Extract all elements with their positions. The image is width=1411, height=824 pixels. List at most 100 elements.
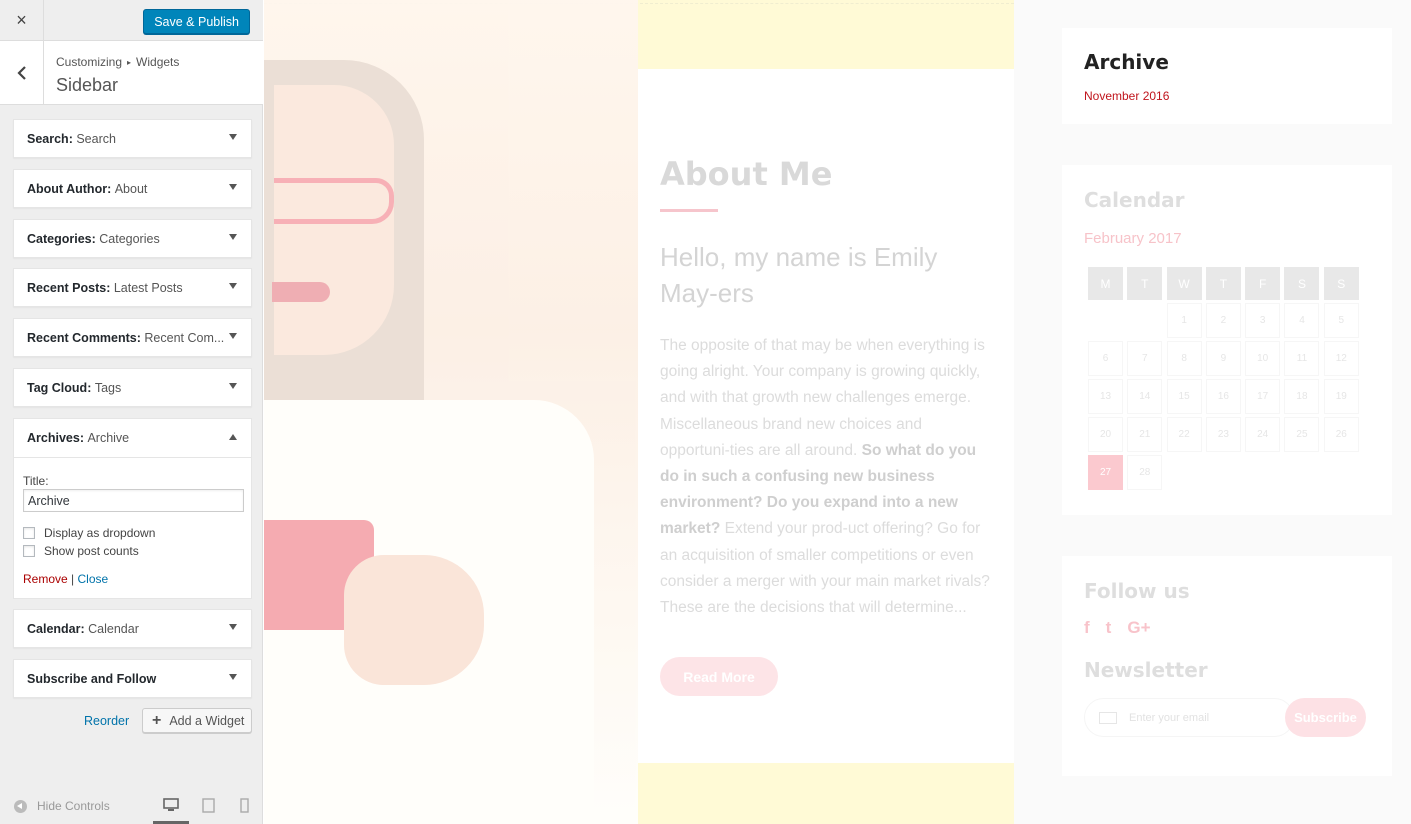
breadcrumb-current: Widgets [136, 55, 180, 69]
desktop-icon [163, 798, 179, 811]
calendar-day-today[interactable]: 27 [1088, 455, 1123, 490]
hide-controls-button[interactable]: Hide Controls [14, 799, 110, 813]
archive-link[interactable]: November 2016 [1084, 89, 1169, 103]
photo-lips [272, 282, 330, 302]
widget-calendar[interactable]: Calendar: Calendar [13, 609, 252, 648]
back-button[interactable] [0, 41, 44, 104]
mobile-preview-button[interactable] [235, 796, 253, 814]
widget-actions: Remove | Close [23, 572, 108, 586]
email-placeholder: Enter your email [1129, 711, 1210, 724]
widget-recent-comments[interactable]: Recent Comments: Recent Com... [13, 318, 252, 358]
calendar-day[interactable]: 15 [1166, 379, 1202, 414]
calendar-day[interactable]: 19 [1323, 379, 1359, 414]
widget-subscribe-and-follow[interactable]: Subscribe and Follow [13, 659, 252, 698]
chevron-up-icon[interactable] [229, 434, 237, 440]
widget-title: About Author: About [27, 181, 148, 196]
facebook-icon[interactable]: f [1084, 618, 1090, 638]
actions-divider: | [71, 572, 75, 586]
hide-controls-label: Hide Controls [37, 799, 110, 813]
widget-search[interactable]: Search: Search [13, 119, 252, 158]
calendar-day[interactable]: 4 [1284, 303, 1320, 338]
calendar-day[interactable]: 12 [1323, 341, 1359, 376]
widget-type: About Author [27, 181, 108, 196]
save-publish-button[interactable]: Save & Publish [143, 9, 250, 34]
calendar-day[interactable]: 14 [1127, 379, 1163, 414]
chevron-down-icon[interactable] [229, 383, 237, 389]
calendar-day[interactable]: 28 [1127, 455, 1163, 490]
calendar-day[interactable]: 21 [1127, 417, 1163, 452]
desktop-preview-button[interactable] [162, 796, 180, 814]
chevron-down-icon[interactable] [229, 283, 237, 290]
twitter-icon[interactable]: t [1106, 618, 1112, 638]
calendar-day[interactable]: 13 [1088, 379, 1123, 414]
google-plus-icon[interactable]: G+ [1127, 618, 1150, 638]
calendar-day[interactable]: 2 [1205, 303, 1241, 338]
photo-glasses [274, 178, 394, 224]
remove-link[interactable]: Remove [23, 572, 68, 586]
widget-title: Categories: Categories [27, 231, 160, 246]
widget-title: Tag Cloud: Tags [27, 381, 122, 395]
chevron-down-icon[interactable] [229, 134, 237, 140]
calendar-day[interactable]: 22 [1166, 417, 1202, 452]
envelope-icon [1099, 711, 1117, 724]
widget-title: Subscribe and Follow [27, 672, 156, 686]
calendar-weekday: M [1088, 267, 1123, 300]
calendar-day[interactable]: 8 [1166, 341, 1202, 376]
chevron-down-icon[interactable] [229, 233, 237, 240]
calendar-day[interactable]: 18 [1284, 379, 1320, 414]
calendar-day[interactable]: 25 [1284, 417, 1320, 452]
plus-icon: + [152, 711, 162, 729]
close-customizer-button[interactable]: × [0, 0, 44, 41]
calendar-day[interactable]: 1 [1166, 303, 1202, 338]
calendar-day[interactable]: 24 [1245, 417, 1281, 452]
breadcrumb: Customizing ▸ Widgets [56, 55, 179, 69]
archive-widget-box [1062, 28, 1392, 124]
widget-categories[interactable]: Categories: Categories [13, 218, 252, 258]
tablet-preview-button[interactable] [199, 796, 217, 814]
calendar-day[interactable]: 17 [1245, 379, 1281, 414]
show-counts-label: Show post counts [44, 544, 139, 558]
calendar-day[interactable]: 23 [1205, 417, 1241, 452]
show-counts-checkbox[interactable] [23, 545, 35, 557]
widget-type: Tag Cloud [27, 381, 88, 395]
about-body: The opposite of that may be when everyth… [660, 333, 992, 621]
chevron-down-icon[interactable] [229, 333, 237, 340]
widget-type: Recent Posts [27, 281, 107, 296]
widget-archives-expanded: Archives: Archive Title: Display as drop… [13, 418, 252, 599]
calendar-day[interactable]: 20 [1088, 417, 1123, 452]
archive-heading: Archive [1084, 50, 1169, 74]
calendar-day[interactable]: 10 [1245, 341, 1281, 376]
widget-about-author[interactable]: About Author: About [13, 168, 252, 208]
widget-type: Calendar [27, 622, 81, 636]
add-widget-label: Add a Widget [169, 713, 245, 728]
calendar-day[interactable]: 5 [1323, 303, 1359, 338]
calendar-day[interactable]: 7 [1127, 341, 1163, 376]
calendar-day[interactable]: 26 [1323, 417, 1359, 452]
widget-recent-posts[interactable]: Recent Posts: Latest Posts [13, 268, 252, 308]
calendar-day[interactable]: 9 [1205, 341, 1241, 376]
close-link[interactable]: Close [78, 572, 109, 586]
calendar-day[interactable]: 6 [1088, 341, 1123, 376]
widget-tag-cloud[interactable]: Tag Cloud: Tags [13, 368, 252, 407]
chevron-down-icon[interactable] [229, 624, 237, 630]
reorder-link[interactable]: Reorder [84, 714, 129, 728]
calendar-month: February 2017 [1084, 230, 1182, 247]
widget-subtitle: Search [76, 132, 116, 146]
breadcrumb-root: Customizing [56, 55, 123, 69]
widget-archives-header[interactable]: Archives: Archive [14, 419, 251, 458]
widget-type: Search [27, 132, 69, 146]
calendar-day[interactable]: 16 [1205, 379, 1241, 414]
chevron-down-icon[interactable] [229, 183, 237, 190]
add-widget-button[interactable]: + Add a Widget [142, 708, 252, 733]
newsletter-email-input[interactable]: Enter your email [1084, 698, 1294, 737]
calendar-day[interactable]: 3 [1245, 303, 1281, 338]
chevron-down-icon[interactable] [229, 674, 237, 680]
widget-type: Recent Comments [27, 331, 137, 346]
subscribe-button[interactable]: Subscribe [1285, 698, 1366, 737]
chevron-left-icon [16, 65, 26, 80]
title-input[interactable] [23, 489, 244, 512]
display-dropdown-checkbox[interactable] [23, 527, 35, 539]
widget-subtitle: Categories [99, 231, 160, 246]
read-more-button[interactable]: Read More [660, 657, 778, 696]
calendar-day[interactable]: 11 [1284, 341, 1320, 376]
